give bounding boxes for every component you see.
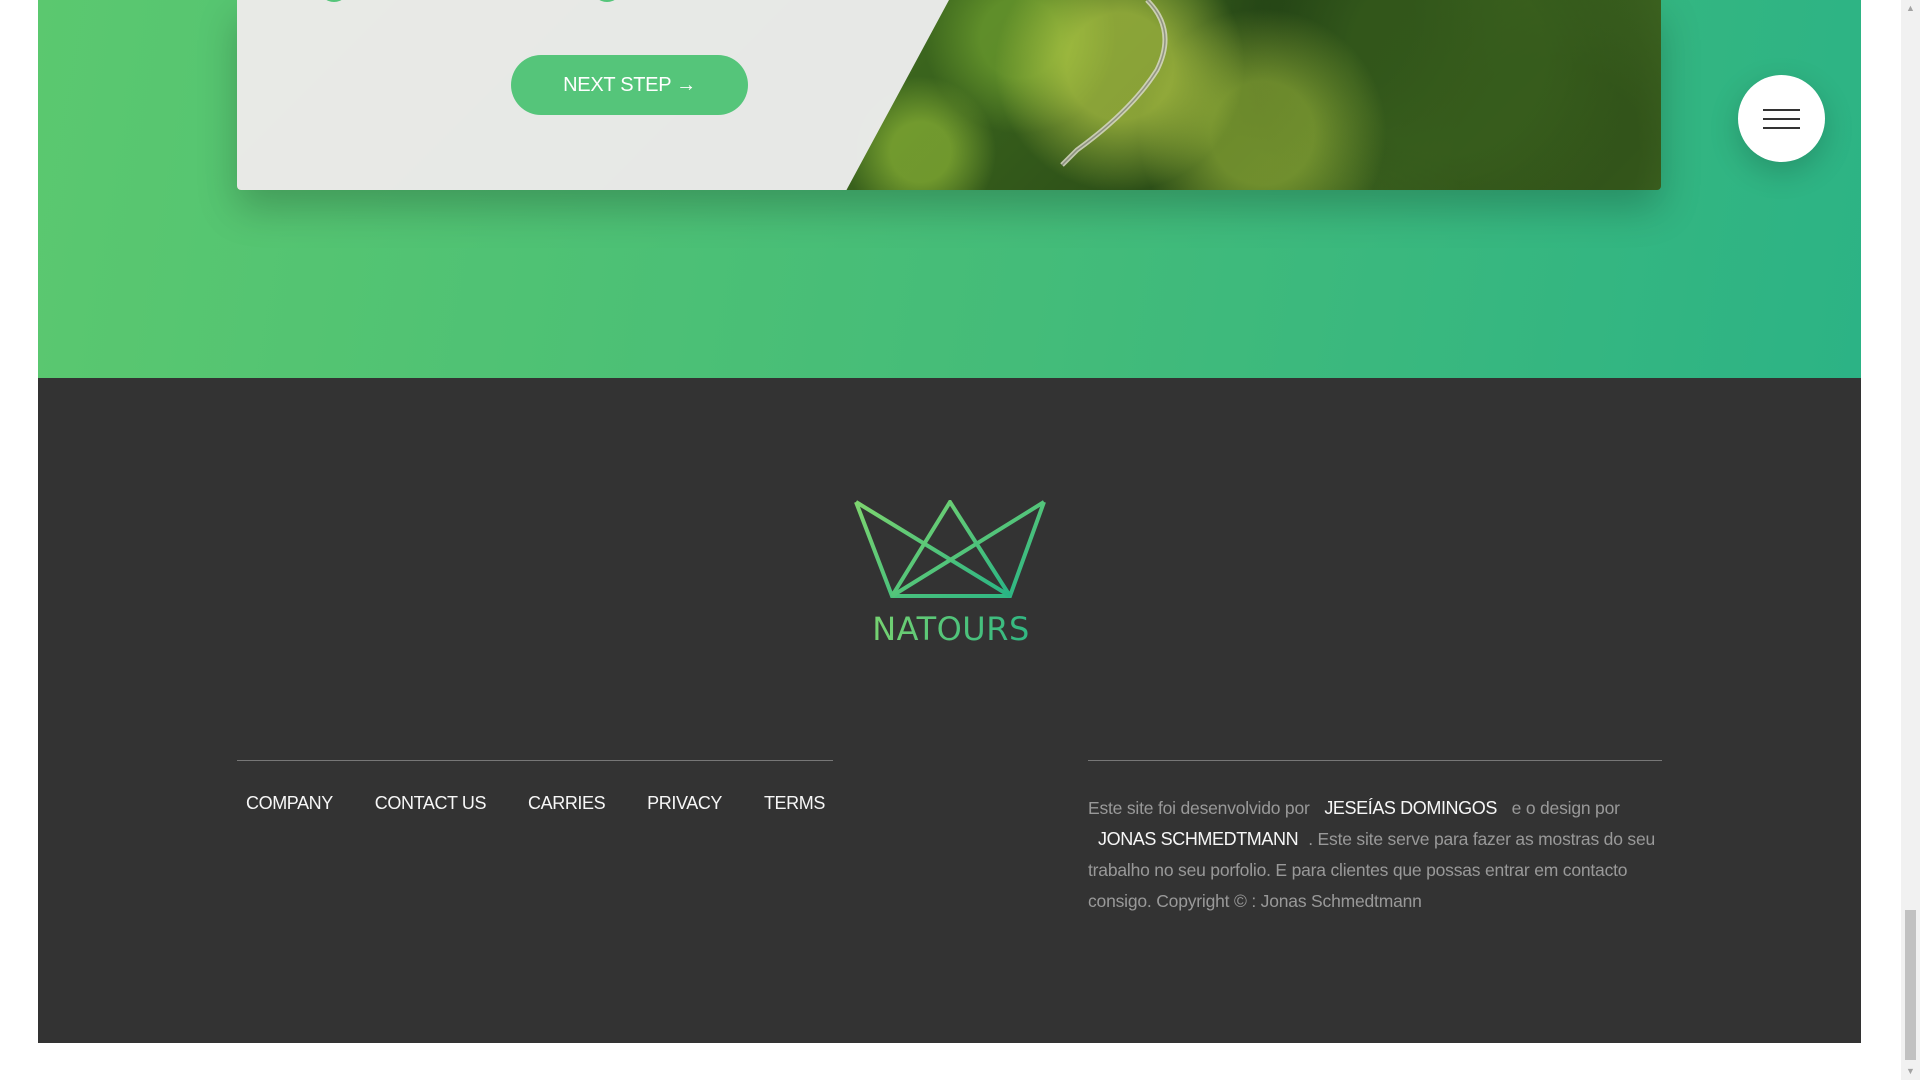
hamburger-menu-icon <box>1763 109 1800 111</box>
designer-link[interactable]: JONAS SCHMEDTMANN <box>1088 829 1308 849</box>
hamburger-menu-icon-line-3 <box>1763 127 1800 129</box>
page: NEXT STEP → NATOURS COMPANY CONTACT US C… <box>38 0 1861 1043</box>
navigation-menu-button[interactable] <box>1738 75 1825 162</box>
radio-large-tour[interactable] <box>592 0 622 2</box>
credits-text-1: Este site foi desenvolvido por <box>1088 798 1310 818</box>
footer-link-carries[interactable]: CARRIES <box>528 793 606 814</box>
footer-link-terms[interactable]: TERMS <box>764 793 825 814</box>
logo-wordmark: NATOURS <box>854 610 1048 648</box>
footer-link-company[interactable]: COMPANY <box>246 793 333 814</box>
crown-logo-icon <box>854 498 1046 598</box>
footer-credits: Este site foi desenvolvido por JESEÍAS D… <box>1088 760 1662 917</box>
radio-small-tour[interactable] <box>319 0 349 2</box>
footer-link-privacy[interactable]: PRIVACY <box>647 793 722 814</box>
footer-logo: NATOURS <box>854 498 1048 660</box>
footer-navigation: COMPANY CONTACT US CARRIES PRIVACY TERMS <box>237 760 833 814</box>
footer-link-contact-us[interactable]: CONTACT US <box>375 793 487 814</box>
chevron-down-icon[interactable]: ▼ <box>1901 1063 1920 1080</box>
developer-link[interactable]: JESEÍAS DOMINGOS <box>1314 798 1507 818</box>
scrollbar-thumb[interactable] <box>1905 910 1916 1060</box>
next-step-button[interactable]: NEXT STEP → <box>511 55 748 115</box>
chevron-up-icon[interactable]: ▲ <box>1901 0 1920 17</box>
hamburger-menu-icon-line-2 <box>1763 118 1800 120</box>
booking-section: NEXT STEP → <box>38 0 1861 378</box>
footer: NATOURS COMPANY CONTACT US CARRIES PRIVA… <box>38 378 1861 1043</box>
credits-text-2: e o design por <box>1511 798 1620 818</box>
vertical-scrollbar[interactable]: ▲ ▼ <box>1901 0 1920 1080</box>
booking-card: NEXT STEP → <box>237 0 1661 190</box>
